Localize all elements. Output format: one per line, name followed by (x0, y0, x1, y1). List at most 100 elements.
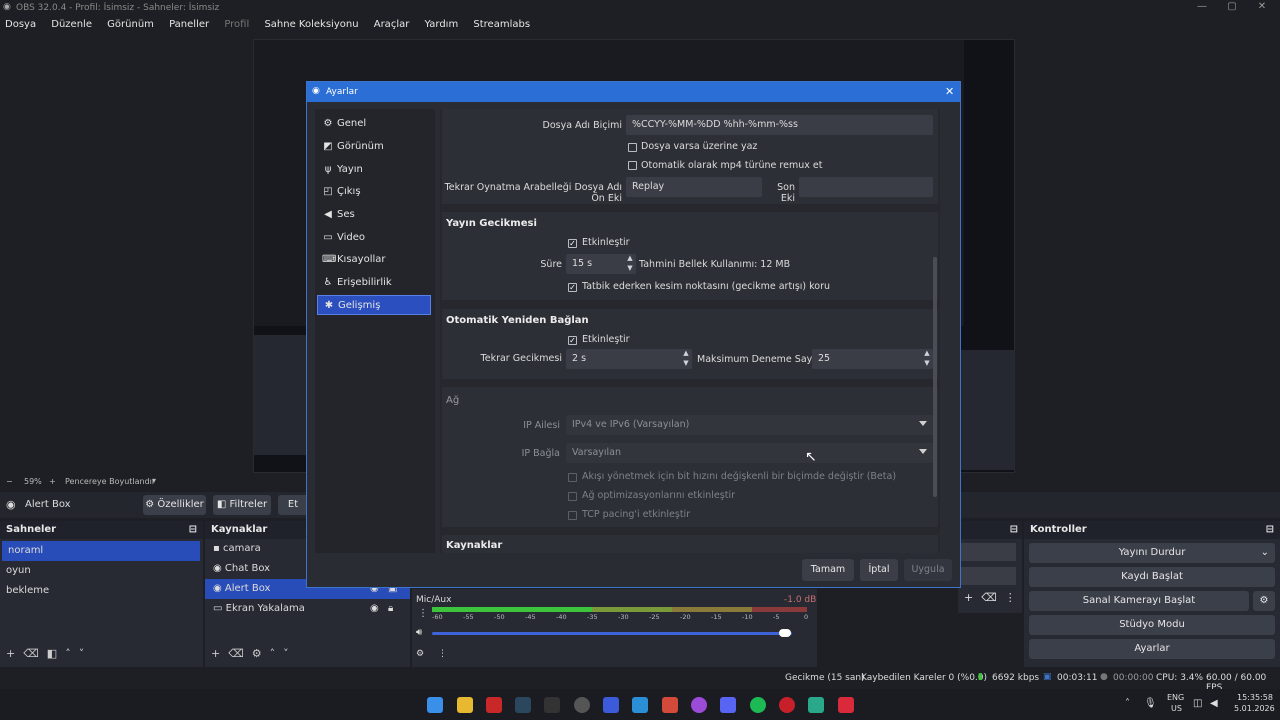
source-item[interactable]: ▭ Ekran Yakalama ◉ 🔒︎ (205, 599, 410, 619)
tcp-pacing-checkbox[interactable] (568, 511, 577, 520)
network-optimizations-checkbox[interactable] (568, 492, 577, 501)
volume-icon[interactable]: ◀ (1210, 698, 1218, 709)
add-icon[interactable]: + (6, 647, 23, 660)
zoom-out-button[interactable]: − (6, 477, 13, 486)
scene-item[interactable]: bekleme (0, 581, 203, 601)
nav-item-yayin[interactable]: ψ Yayın (317, 160, 431, 180)
chevron-up-icon[interactable]: ˄ (65, 647, 79, 660)
obs-icon[interactable] (574, 697, 590, 713)
menu-sahne-koleksiyonu[interactable]: Sahne Koleksiyonu (264, 19, 358, 30)
gear-icon[interactable]: ⚙ (252, 647, 270, 660)
close-window-button[interactable]: ✕ (1250, 1, 1274, 15)
app-icon[interactable] (662, 697, 678, 713)
nav-item-cikis[interactable]: ◰ Çıkış (317, 182, 431, 202)
cancel-button[interactable]: İptal (860, 559, 898, 581)
dock-menu-icon[interactable]: ⊟ (1010, 524, 1018, 535)
dynamic-bitrate-checkbox[interactable] (568, 473, 577, 482)
properties-button[interactable]: ⚙ Özellikler (143, 495, 206, 515)
advanced-audio-icon[interactable]: ⚙ (416, 649, 424, 659)
app-icon[interactable] (838, 697, 854, 713)
nav-item-gorunum[interactable]: ◩ Görünüm (317, 137, 431, 157)
network-icon[interactable]: ◫ (1193, 698, 1202, 709)
chevron-up-icon[interactable]: ˄ (270, 647, 284, 660)
apply-button[interactable]: Uygula (904, 559, 952, 581)
language-secondary[interactable]: US (1171, 704, 1182, 713)
trash-icon[interactable]: ⌫ (23, 647, 47, 660)
volume-slider-handle[interactable] (779, 629, 791, 637)
menu-streamlabs[interactable]: Streamlabs (473, 19, 530, 30)
ok-button[interactable]: Tamam (802, 559, 854, 581)
app-icon[interactable] (632, 697, 648, 713)
menu-araclar[interactable]: Araçlar (374, 19, 410, 30)
scene-item[interactable]: noraml (2, 541, 200, 561)
spin-down-icon[interactable]: ▼ (922, 359, 932, 368)
epic-games-icon[interactable] (544, 697, 560, 713)
chevron-down-icon[interactable]: ˅ (283, 647, 297, 660)
close-icon[interactable]: ✕ (945, 85, 954, 98)
nav-item-video[interactable]: ▭ Video (317, 228, 431, 248)
volume-slider[interactable] (432, 632, 792, 635)
stream-delay-enable-checkbox[interactable]: ✓ (568, 239, 577, 248)
transition-select[interactable] (960, 543, 1016, 561)
speaker-icon[interactable]: 🔊︎ (416, 627, 422, 638)
app-icon[interactable] (691, 697, 707, 713)
dock-menu-icon[interactable]: ⊟ (189, 521, 197, 539)
filters-button[interactable]: ◧ Filtreler (213, 495, 271, 515)
maximize-button[interactable]: ▢ (1220, 1, 1244, 15)
steam-icon[interactable] (515, 697, 531, 713)
reconnect-enable-checkbox[interactable]: ✓ (568, 336, 577, 345)
spin-down-icon[interactable]: ▼ (681, 359, 691, 368)
nav-item-genel[interactable]: ⚙ Genel (317, 114, 431, 134)
app-icon[interactable] (808, 697, 824, 713)
trash-icon[interactable]: ⌫ (228, 647, 252, 660)
zoom-in-button[interactable]: + (49, 477, 56, 486)
clock-date[interactable]: 5.01.2026 (1234, 704, 1275, 713)
ip-family-select[interactable]: IPv4 ve IPv6 (Varsayılan) (566, 415, 933, 435)
menu-gorunum[interactable]: Görünüm (107, 19, 154, 30)
mixer-menu-icon[interactable]: ⋮ (418, 608, 428, 619)
remux-checkbox[interactable] (628, 161, 637, 170)
filename-format-input[interactable]: %CCYY-%MM-%DD %hh-%mm-%ss (626, 115, 933, 135)
virtual-camera-settings-button[interactable]: ⚙ (1253, 591, 1275, 611)
clock-time[interactable]: 15:35:58 (1237, 693, 1273, 702)
menu-yardim[interactable]: Yardım (425, 19, 459, 30)
menu-paneller[interactable]: Paneller (169, 19, 209, 30)
start-virtual-camera-button[interactable]: Sanal Kamerayı Başlat (1029, 591, 1249, 611)
app-icon[interactable] (486, 697, 502, 713)
more-button[interactable]: Et (278, 495, 308, 515)
minimize-button[interactable]: — (1190, 1, 1214, 15)
stop-stream-button[interactable]: Yayını Durdur ⌄ (1029, 543, 1275, 563)
more-icon[interactable]: ⋮ (1005, 591, 1024, 604)
suffix-input[interactable] (799, 177, 933, 197)
add-icon[interactable]: + (964, 591, 981, 604)
overwrite-checkbox[interactable] (628, 143, 637, 152)
mixer-more-icon[interactable]: ⋮ (438, 649, 447, 659)
nav-item-erisebilirlik[interactable]: ♿ Erişebilirlik (317, 273, 431, 293)
dock-menu-icon[interactable]: ⊟ (1266, 521, 1274, 539)
eye-icon[interactable]: ◉ (370, 599, 379, 619)
scene-item[interactable]: oyun (0, 561, 203, 581)
windows-start-icon[interactable] (427, 697, 443, 713)
retry-delay-spinbox[interactable]: 2 s (566, 349, 692, 369)
menu-duzenle[interactable]: Düzenle (51, 19, 92, 30)
settings-button[interactable]: Ayarlar (1029, 639, 1275, 659)
settings-scrollbar[interactable] (933, 257, 937, 497)
spin-up-icon[interactable]: ▲ (625, 254, 635, 263)
nav-item-ses[interactable]: ◀ Ses (317, 205, 431, 225)
spin-up-icon[interactable]: ▲ (681, 349, 691, 358)
chevron-down-icon[interactable]: ⌄ (1261, 543, 1269, 563)
ip-bind-select[interactable]: Varsayılan (566, 443, 933, 463)
preserve-cutoff-checkbox[interactable]: ✓ (568, 283, 577, 292)
studio-mode-button[interactable]: Stüdyo Modu (1029, 615, 1275, 635)
filter-icon[interactable]: ◧ (47, 647, 65, 660)
chevron-down-icon[interactable]: ˅ (79, 647, 93, 660)
fit-to-window-button[interactable]: Pencereye Boyutlandır (65, 477, 155, 486)
microphone-icon[interactable]: 🎙︎ (1144, 698, 1157, 709)
language-primary[interactable]: ENG (1167, 693, 1184, 702)
trash-icon[interactable]: ⌫ (981, 591, 1005, 604)
add-icon[interactable]: + (211, 647, 228, 660)
max-retries-spinbox[interactable]: 25 (812, 349, 933, 369)
menu-profil[interactable]: Profil (224, 19, 249, 30)
replay-prefix-input[interactable]: Replay (626, 177, 762, 197)
lock-icon[interactable]: 🔒︎ (388, 599, 393, 619)
